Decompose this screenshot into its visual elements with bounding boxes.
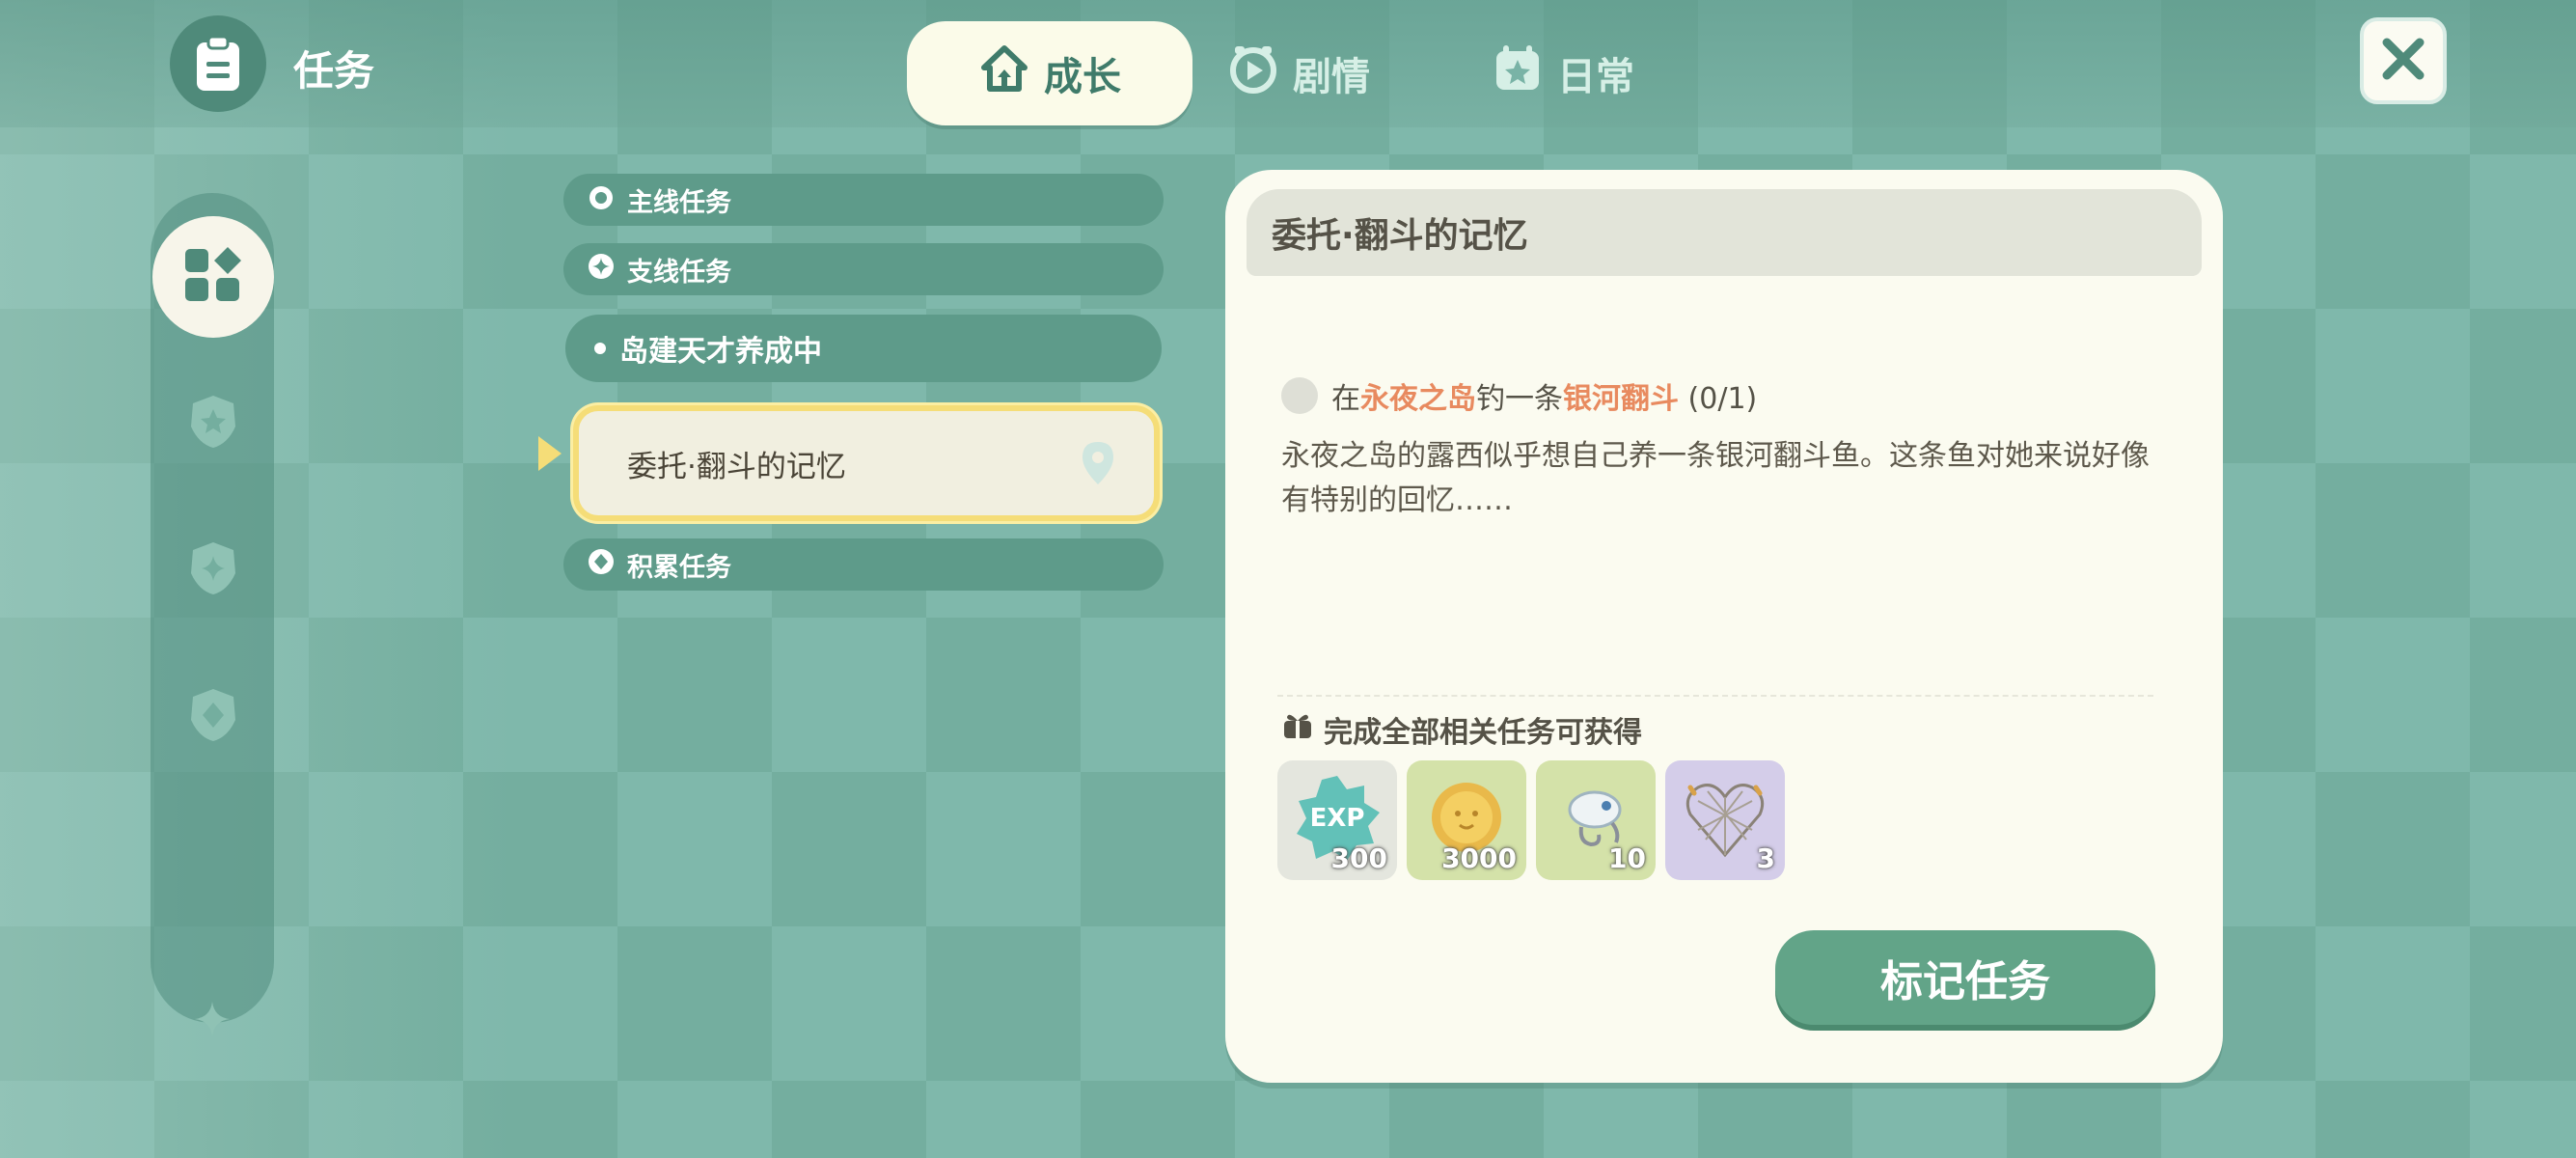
map-pin-icon[interactable]: [1081, 440, 1115, 494]
reward-coins[interactable]: 3000: [1407, 760, 1526, 880]
reward-exp[interactable]: EXP 300: [1277, 760, 1397, 880]
bullet-dot: [594, 343, 606, 354]
alarm-badge-icon: [587, 182, 616, 218]
objective-location: 永夜之岛: [1360, 382, 1476, 416]
selected-quest-item[interactable]: 委托·翻斗的记忆: [573, 405, 1160, 521]
selection-arrow-icon: [538, 436, 562, 471]
objective-checkbox: [1281, 377, 1318, 414]
gem-circle-icon: [587, 547, 616, 583]
sparkle-circle-icon: [587, 252, 616, 288]
exp-label: EXP: [1310, 804, 1365, 833]
category-side-quests[interactable]: 支线任务: [563, 243, 1164, 295]
category-accumulate-quests[interactable]: 积累任务: [563, 538, 1164, 591]
tab-growth[interactable]: 成长: [907, 21, 1192, 125]
task-clipboard-icon: [170, 15, 266, 112]
reward-heart-net-qty: 3: [1756, 842, 1775, 874]
reward-list: EXP 300 3000 10 3: [1277, 760, 1785, 880]
calendar-star-icon: [1492, 42, 1544, 104]
tab-story-label: 剧情: [1293, 55, 1370, 99]
objective-middle: 钓一条: [1476, 382, 1563, 416]
tab-daily[interactable]: 日常: [1492, 21, 1634, 125]
close-button[interactable]: [2360, 17, 2447, 104]
rail-main-button[interactable]: [179, 390, 247, 457]
gift-icon: [1281, 711, 1314, 748]
quest-detail-title: 委托·翻斗的记忆: [1247, 189, 2202, 276]
rail-all-button[interactable]: [152, 216, 274, 338]
sub-item-island-builder[interactable]: 岛建天才养成中: [565, 315, 1162, 382]
objective-progress: (0/1): [1687, 382, 1758, 416]
gem-badge-icon: [183, 685, 243, 749]
reward-header-label: 完成全部相关任务可获得: [1324, 716, 1642, 750]
reward-header: 完成全部相关任务可获得: [1281, 708, 1642, 751]
category-main-quests[interactable]: 主线任务: [563, 174, 1164, 226]
close-icon: [2379, 35, 2427, 87]
tab-story[interactable]: 剧情: [1227, 21, 1370, 125]
play-clock-icon: [1227, 42, 1279, 104]
quest-description: 永夜之岛的露西似乎想自己养一条银河翻斗鱼。这条鱼对她来说好像有特别的回忆……: [1281, 439, 2150, 517]
objective-target: 银河翻斗: [1563, 382, 1679, 416]
rail-side-button[interactable]: [179, 537, 247, 604]
objective-prefix: 在: [1331, 382, 1360, 416]
tab-growth-label: 成长: [1044, 55, 1121, 99]
selected-quest-label: 委托·翻斗的记忆: [627, 449, 846, 484]
category-side-label: 支线任务: [627, 257, 731, 288]
category-main-label: 主线任务: [627, 187, 731, 218]
house-icon: [978, 42, 1030, 104]
divider: [1277, 695, 2153, 697]
rail-accumulate-button[interactable]: [179, 683, 247, 751]
reward-heart-net[interactable]: 3: [1665, 760, 1785, 880]
reward-lure[interactable]: 10: [1536, 760, 1656, 880]
sub-item-label: 岛建天才养成中: [619, 335, 822, 369]
reward-coins-qty: 3000: [1441, 842, 1517, 874]
sparkle-badge-icon: [183, 538, 243, 602]
grid-shapes-icon: [183, 245, 243, 309]
reward-exp-qty: 300: [1330, 842, 1387, 874]
category-accumulate-label: 积累任务: [627, 552, 731, 583]
rail-end-ornament-icon: [193, 1000, 232, 1038]
tab-daily-label: 日常: [1557, 55, 1634, 99]
quest-objective: 在永夜之岛钓一条银河翻斗 (0/1): [1281, 374, 1757, 417]
page-title: 任务: [293, 47, 375, 95]
star-badge-icon: [183, 392, 243, 455]
reward-lure-qty: 10: [1608, 842, 1646, 874]
mark-quest-button[interactable]: 标记任务: [1775, 930, 2155, 1025]
